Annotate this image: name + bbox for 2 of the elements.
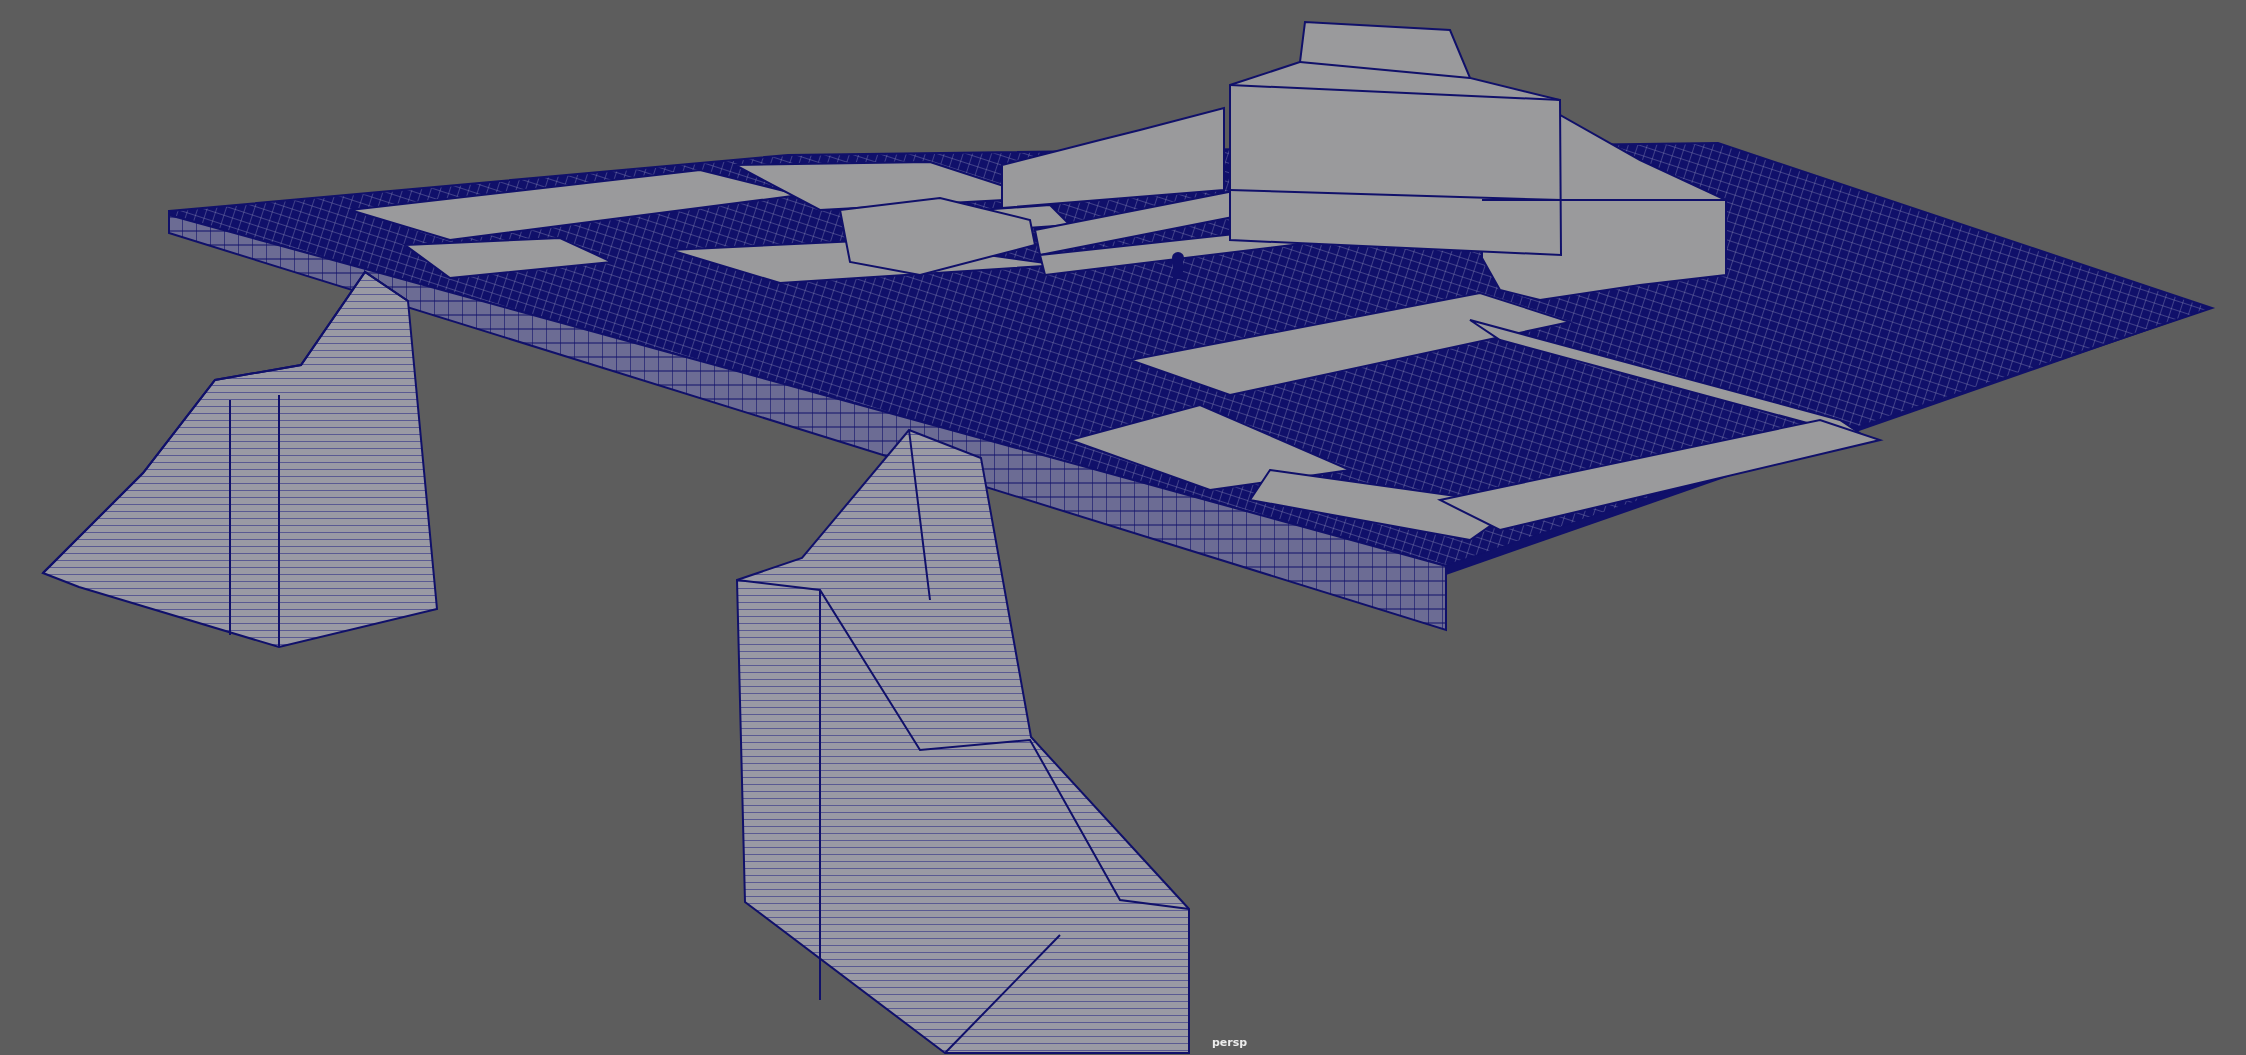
viewport-background[interactable]: persp (0, 0, 2246, 1055)
camera-label: persp (1212, 1036, 1248, 1049)
